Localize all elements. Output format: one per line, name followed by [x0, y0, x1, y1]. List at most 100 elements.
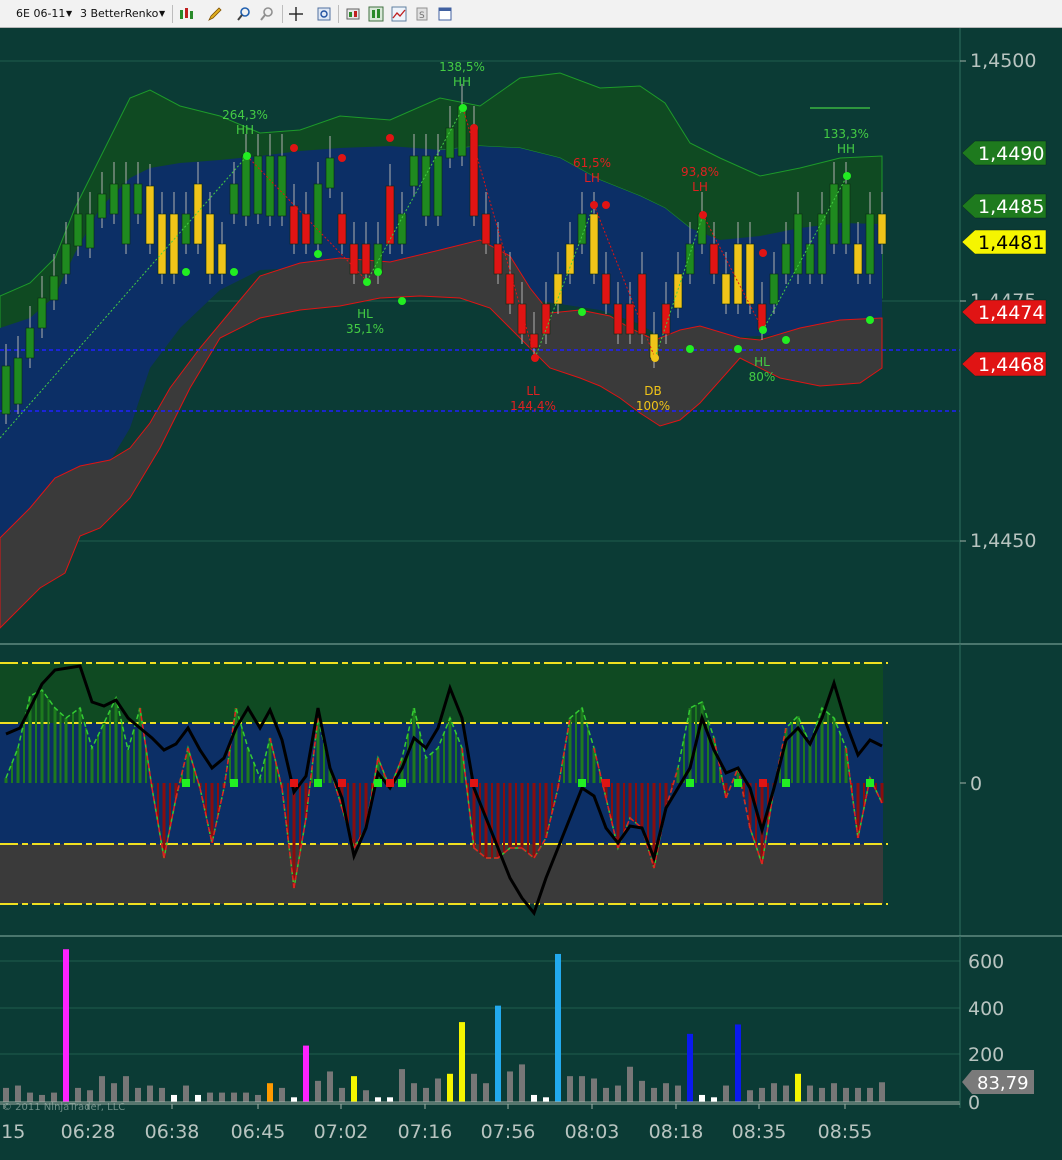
renko-bar — [685, 243, 695, 275]
osc-signal-dot — [374, 779, 382, 787]
swing-label-line: DB — [644, 384, 661, 398]
volume-bar — [687, 1033, 693, 1102]
volume-bar — [627, 1066, 633, 1102]
volume-bar — [855, 1087, 861, 1102]
volume-bar — [219, 1092, 225, 1102]
volume-bar — [87, 1090, 93, 1102]
volume-bar — [591, 1078, 597, 1102]
volume-bar — [123, 1076, 129, 1102]
volume-bar — [207, 1092, 213, 1102]
instrument-selector[interactable]: 6E 06-11 — [16, 7, 65, 20]
swing-label-line: 144,4% — [510, 399, 556, 413]
zoom-out-icon[interactable] — [259, 6, 275, 22]
volume-bar — [291, 1097, 297, 1102]
volume-bar — [27, 1092, 33, 1102]
renko-bar — [661, 303, 671, 335]
volume-bar — [231, 1092, 237, 1102]
indicator-icon[interactable] — [391, 6, 407, 22]
volume-bar — [51, 1092, 57, 1102]
renko-bar — [589, 213, 599, 275]
volume-bar — [63, 949, 69, 1102]
signal-dot — [182, 268, 190, 276]
swing-label-line: 138,5% — [439, 60, 485, 74]
period-selector[interactable]: 3 BetterRenko — [80, 7, 158, 20]
volume-tick: 400 — [968, 998, 1004, 1020]
time-tick-label: 08:03 — [565, 1121, 620, 1143]
renko-bar — [733, 243, 743, 305]
signal-dot — [470, 124, 478, 132]
volume-bar — [315, 1080, 321, 1102]
renko-bar — [421, 155, 431, 217]
toolbar-separator — [172, 5, 173, 23]
volume-bar — [783, 1085, 789, 1102]
price-tick: 1,4500 — [970, 50, 1036, 72]
osc-signal-dot — [602, 779, 610, 787]
renko-bar — [745, 243, 755, 305]
volume-bar — [399, 1069, 405, 1102]
volume-bar — [303, 1045, 309, 1102]
volume-bar — [543, 1097, 549, 1102]
volume-bar — [807, 1085, 813, 1102]
renko-bar — [25, 327, 35, 359]
price-marker: 1,4481 — [961, 229, 1047, 255]
renko-bar — [73, 213, 83, 247]
signal-dot — [759, 326, 767, 334]
swing-label-line: 35,1% — [346, 322, 384, 336]
renko-bar — [157, 213, 167, 275]
time-tick-label: 07:56 — [481, 1121, 536, 1143]
chart-area[interactable]: 264,3%HH138,5%HHHL35,1%61,5%LH 93,8%LHLL1… — [0, 28, 1062, 1160]
price-marker-label: 1,4468 — [978, 354, 1044, 376]
renko-bar — [37, 297, 47, 329]
renko-bar — [781, 243, 791, 275]
time-axis: 6:15 06:28 06:38 06:45 07:02 07:16 07:56 08:03 0… — [0, 1103, 960, 1143]
osc-signal-dot — [314, 779, 322, 787]
volume-bar — [843, 1087, 849, 1102]
volume-bar — [663, 1083, 669, 1102]
signal-dot — [651, 354, 659, 362]
volume-bar — [567, 1076, 573, 1102]
volume-bar — [531, 1094, 537, 1102]
volume-tick: 0 — [968, 1092, 980, 1114]
volume-bar — [267, 1083, 273, 1102]
renko-bar — [1, 365, 11, 415]
osc-lower-zone — [0, 844, 883, 904]
renko-bar — [517, 303, 527, 335]
renko-bar — [709, 243, 719, 275]
volume-bar — [819, 1087, 825, 1102]
price-marker: 1,4485 — [961, 193, 1047, 219]
data-box-icon[interactable] — [345, 6, 361, 22]
magnifier-icon[interactable] — [316, 6, 332, 22]
zoom-in-icon[interactable] — [236, 6, 252, 22]
period-dropdown-icon[interactable]: ▼ — [159, 9, 165, 18]
properties-icon[interactable] — [437, 6, 453, 22]
signal-dot — [338, 154, 346, 162]
renko-bar — [109, 183, 119, 215]
crosshair-icon[interactable] — [288, 6, 304, 22]
volume-bar — [747, 1090, 753, 1102]
volume-bar — [603, 1087, 609, 1102]
volume-bar — [447, 1073, 453, 1102]
signal-dot — [386, 134, 394, 142]
strategy-icon[interactable]: S — [414, 6, 430, 22]
bar-style-icon[interactable] — [368, 6, 384, 22]
renko-bar — [853, 243, 863, 275]
renko-bar — [85, 213, 95, 249]
osc-signal-dot — [734, 779, 742, 787]
volume-bar — [15, 1085, 21, 1102]
renko-bar — [553, 273, 563, 305]
price-markers: 1,4490 1,4485 1,4481 1,4474 1,4468 — [961, 140, 1047, 377]
volume-bar — [639, 1080, 645, 1102]
renko-bar — [313, 183, 323, 245]
signal-dot — [782, 336, 790, 344]
osc-zero-label: 0 — [970, 773, 982, 795]
chart-style-icon[interactable] — [178, 6, 194, 22]
volume-bar — [147, 1085, 153, 1102]
signal-dot — [590, 201, 598, 209]
drawing-tool-icon[interactable] — [207, 6, 223, 22]
instrument-dropdown-icon[interactable]: ▼ — [66, 9, 72, 18]
volume-bar — [351, 1076, 357, 1102]
osc-signal-dot — [290, 779, 298, 787]
volume-bar — [519, 1064, 525, 1102]
renko-bar — [217, 243, 227, 275]
volume-bar — [507, 1071, 513, 1102]
